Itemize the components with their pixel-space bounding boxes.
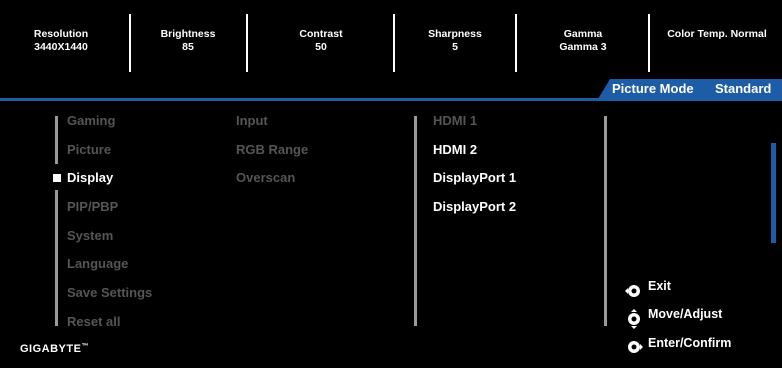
joystick-right-icon xyxy=(628,341,643,353)
input-option-hdmi1[interactable]: HDMI 1 xyxy=(433,113,477,128)
resolution-value: 3440X1440 xyxy=(34,41,88,53)
resolution-stat: Resolution 3440X1440 xyxy=(20,28,102,54)
sharpness-label: Sharpness xyxy=(428,28,482,40)
menu-item-picture[interactable]: Picture xyxy=(67,142,111,157)
submenu-item-rgb-range[interactable]: RGB Range xyxy=(236,142,308,157)
brand-trademark: ™ xyxy=(81,343,89,350)
gigabyte-logo: GIGABYTE™ xyxy=(20,343,89,355)
scroll-indicator xyxy=(771,143,776,243)
brightness-value: 85 xyxy=(182,41,194,53)
input-option-displayport1[interactable]: DisplayPort 1 xyxy=(433,170,516,185)
contrast-label: Contrast xyxy=(299,28,343,40)
hint-exit-label: Exit xyxy=(648,279,671,293)
menu-item-save-settings[interactable]: Save Settings xyxy=(67,285,152,300)
gamma-value: Gamma 3 xyxy=(559,41,607,53)
input-option-hdmi2[interactable]: HDMI 2 xyxy=(433,142,477,157)
menu-item-system[interactable]: System xyxy=(67,228,113,243)
picture-mode-value: Standard xyxy=(715,81,772,96)
menu-item-gaming[interactable]: Gaming xyxy=(67,113,115,128)
selection-marker xyxy=(53,174,61,182)
menu-item-pip-pbp[interactable]: PIP/PBP xyxy=(67,199,118,214)
color-temp-stat: Color Temp. Normal xyxy=(656,28,778,41)
hint-move-adjust-label: Move/Adjust xyxy=(648,307,723,321)
color-temp-label: Color Temp. Normal xyxy=(667,28,767,40)
menu-item-display[interactable]: Display xyxy=(67,170,113,185)
picture-mode-label: Picture Mode xyxy=(612,81,694,96)
submenu-item-overscan[interactable]: Overscan xyxy=(236,170,295,185)
contrast-stat: Contrast 50 xyxy=(280,28,362,54)
joystick-left-icon xyxy=(625,285,640,297)
status-divider xyxy=(393,14,395,72)
contrast-value: 50 xyxy=(315,41,327,53)
status-divider xyxy=(246,14,248,72)
input-option-displayport2[interactable]: DisplayPort 2 xyxy=(433,199,516,214)
brightness-stat: Brightness 85 xyxy=(148,28,228,54)
joystick-updown-icon xyxy=(628,309,640,329)
right-menu-line xyxy=(604,116,607,326)
main-menu-line xyxy=(55,116,58,164)
sharpness-stat: Sharpness 5 xyxy=(414,28,496,54)
resolution-label: Resolution xyxy=(33,28,89,40)
gamma-label: Gamma xyxy=(563,28,603,40)
gamma-stat: Gamma Gamma 3 xyxy=(540,28,626,54)
status-divider xyxy=(648,14,650,72)
sharpness-value: 5 xyxy=(452,41,458,53)
main-menu-line xyxy=(55,190,58,326)
input-menu-line xyxy=(414,116,417,326)
status-bar: Resolution 3440X1440 Brightness 85 Contr… xyxy=(0,0,782,90)
status-divider xyxy=(515,14,517,72)
brand-name: GIGABYTE xyxy=(20,343,82,355)
menu-item-reset-all[interactable]: Reset all xyxy=(67,314,120,329)
submenu-item-input[interactable]: Input xyxy=(236,113,268,128)
brightness-label: Brightness xyxy=(160,28,216,40)
hint-enter-confirm-label: Enter/Confirm xyxy=(648,336,732,350)
menu-item-language[interactable]: Language xyxy=(67,256,128,271)
status-divider xyxy=(129,14,131,72)
